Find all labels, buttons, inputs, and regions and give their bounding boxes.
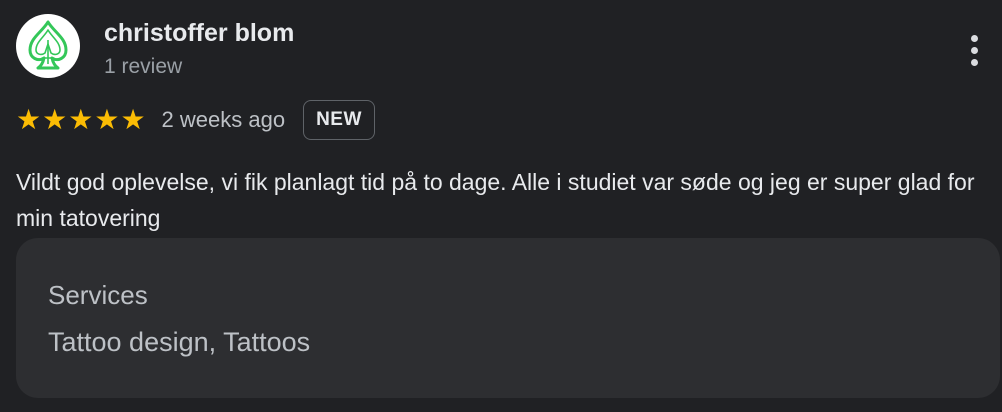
more-options-button[interactable]	[958, 28, 990, 72]
services-title: Services	[48, 280, 148, 310]
rating-row: ★ ★ ★ ★ ★ 2 weeks ago NEW	[16, 98, 375, 142]
star-rating: ★ ★ ★ ★ ★	[16, 106, 146, 134]
spade-logo-icon	[28, 20, 68, 70]
review-text: Vildt god oplevelse, vi fik planlagt tid…	[16, 169, 975, 231]
star-icon: ★	[94, 103, 120, 136]
reviewer-review-count[interactable]: 1 review	[104, 55, 182, 79]
more-vertical-icon-dot	[970, 46, 978, 54]
star-icon: ★	[16, 103, 42, 136]
star-icon: ★	[68, 103, 94, 136]
star-icon: ★	[42, 103, 68, 136]
services-value: Tattoo design, Tattoos	[48, 327, 311, 357]
review-date: 2 weeks ago	[161, 107, 286, 132]
reviewer-avatar[interactable]	[16, 14, 80, 78]
more-vertical-icon-dot	[970, 34, 978, 42]
new-badge: NEW	[303, 100, 375, 140]
reviewer-name[interactable]: christoffer blom	[104, 19, 294, 48]
services-card: Services Tattoo design, Tattoos	[16, 238, 1000, 398]
more-vertical-icon-dot	[970, 58, 978, 66]
star-icon: ★	[120, 103, 146, 136]
